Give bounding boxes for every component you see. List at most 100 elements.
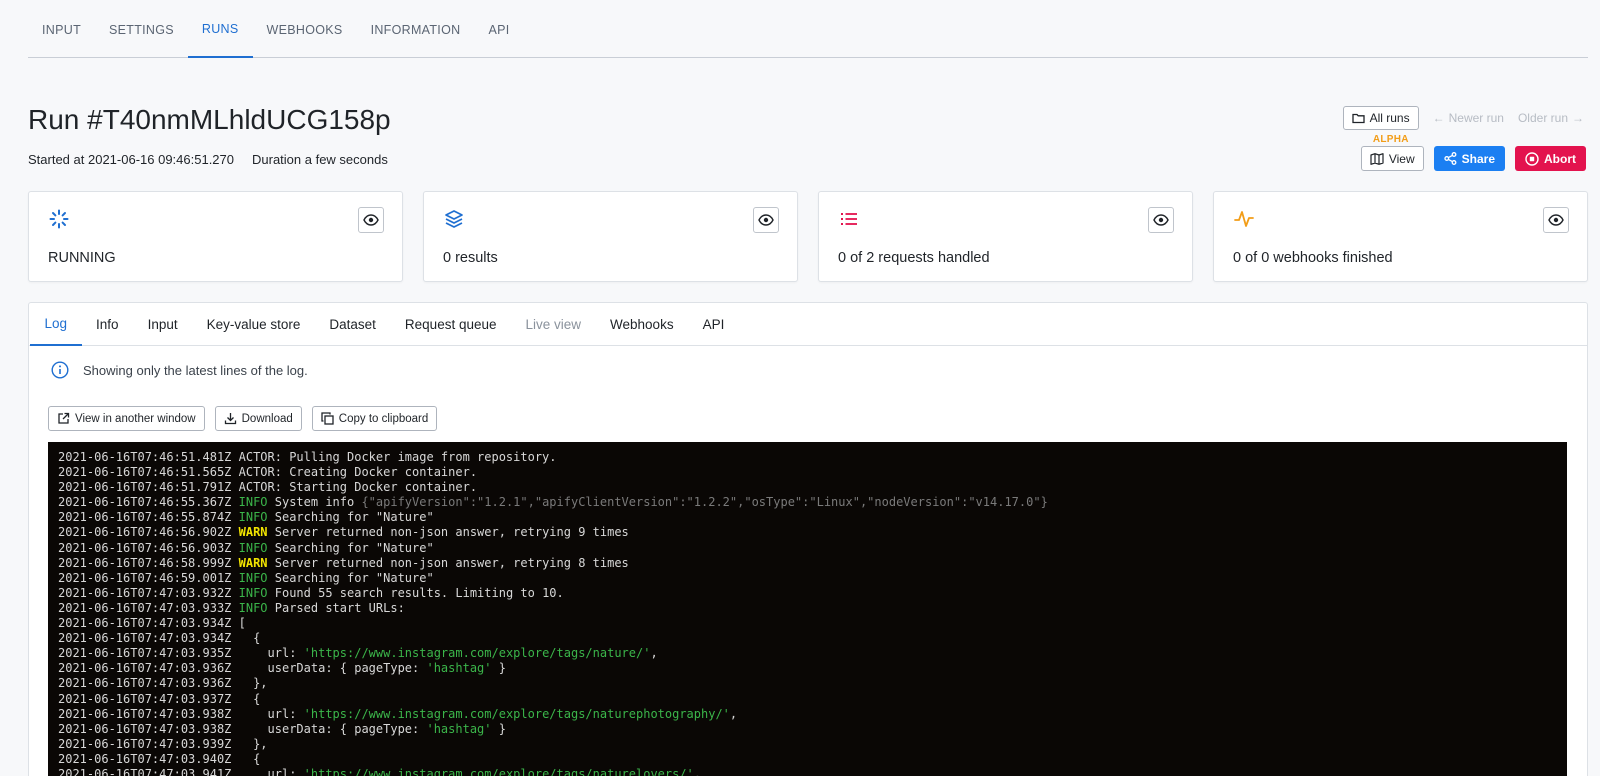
tab-webhooks[interactable]: Webhooks xyxy=(596,303,689,346)
tab-input[interactable]: Input xyxy=(133,303,192,346)
alpha-badge: ALPHA xyxy=(1372,134,1409,145)
log-line: 2021-06-16T07:47:03.940Z { xyxy=(58,752,1557,767)
log-timestamp: 2021-06-16T07:46:58.999Z xyxy=(58,555,232,570)
log-message: url: xyxy=(238,706,304,721)
duration: Duration a few seconds xyxy=(252,152,388,167)
log-timestamp: 2021-06-16T07:47:03.940Z xyxy=(58,751,232,766)
download-button[interactable]: Download xyxy=(214,406,302,431)
run-actions: ALPHA View Share Abort xyxy=(1360,134,1586,171)
log-line: 2021-06-16T07:46:56.903Z INFO Searching … xyxy=(58,541,1557,556)
share-button[interactable]: Share xyxy=(1433,146,1505,171)
log-tail: } xyxy=(491,661,506,676)
tab-key-value-store[interactable]: Key-value store xyxy=(192,303,315,346)
tab-api[interactable]: API xyxy=(688,303,739,346)
log-timestamp: 2021-06-16T07:46:51.565Z xyxy=(58,465,232,480)
tab-info[interactable]: Info xyxy=(82,303,134,346)
view-button[interactable]: View xyxy=(1360,146,1424,171)
log-message: }, xyxy=(238,676,268,691)
copy-to-clipboard-button[interactable]: Copy to clipboard xyxy=(311,406,438,431)
log-message: userData: { pageType: xyxy=(238,721,427,736)
log-message: Parsed start URLs: xyxy=(267,600,405,615)
tab-settings[interactable]: SETTINGS xyxy=(95,0,188,58)
log-toolbar: View in another window Download Copy to … xyxy=(48,406,438,431)
arrow-left-icon: ← xyxy=(1432,111,1445,125)
view-wrapper: ALPHA View xyxy=(1360,134,1424,171)
older-run-link[interactable]: Older run → xyxy=(1518,111,1584,125)
eye-icon xyxy=(1153,214,1169,226)
log-message: Server returned non-json answer, retryin… xyxy=(267,525,629,540)
view-in-window-label: View in another window xyxy=(75,412,196,425)
status-eye-button[interactable] xyxy=(358,207,384,233)
log-line: 2021-06-16T07:46:56.902Z WARN Server ret… xyxy=(58,525,1557,540)
log-level: INFO xyxy=(238,495,268,510)
log-timestamp: 2021-06-16T07:46:55.367Z xyxy=(58,495,232,510)
folder-icon xyxy=(1351,113,1365,124)
all-runs-button[interactable]: All runs xyxy=(1342,106,1419,130)
log-line: 2021-06-16T07:46:51.791Z ACTOR: Starting… xyxy=(58,480,1557,495)
log-timestamp: 2021-06-16T07:47:03.941Z xyxy=(58,766,232,776)
log-message: ACTOR: Creating Docker container. xyxy=(238,465,478,480)
log-message: [ xyxy=(238,616,246,631)
webhooks-eye-button[interactable] xyxy=(1543,207,1569,233)
log-line: 2021-06-16T07:47:03.934Z [ xyxy=(58,616,1557,631)
tab-request-queue[interactable]: Request queue xyxy=(390,303,511,346)
map-icon xyxy=(1370,152,1384,165)
tab-runs[interactable]: RUNS xyxy=(187,0,253,58)
log-info-message: Showing only the latest lines of the log… xyxy=(51,361,308,379)
log-timestamp: 2021-06-16T07:47:03.936Z xyxy=(58,661,232,676)
log-timestamp: 2021-06-16T07:47:03.938Z xyxy=(58,706,232,721)
tab-log[interactable]: Log xyxy=(30,303,82,346)
log-output[interactable]: 2021-06-16T07:46:51.481Z ACTOR: Pulling … xyxy=(48,442,1567,776)
log-timestamp: 2021-06-16T07:46:55.874Z xyxy=(58,510,232,525)
arrow-right-icon: → xyxy=(1572,111,1584,125)
log-message: userData: { pageType: xyxy=(238,661,427,676)
log-timestamp: 2021-06-16T07:47:03.935Z xyxy=(58,646,232,661)
all-runs-label: All runs xyxy=(1369,111,1410,125)
newer-run-link[interactable]: ← Newer run xyxy=(1433,111,1504,125)
log-message: ACTOR: Starting Docker container. xyxy=(238,480,478,495)
status-card: RUNNING xyxy=(28,191,403,282)
log-timestamp: 2021-06-16T07:47:03.936Z xyxy=(58,676,232,691)
download-icon xyxy=(224,413,236,425)
tab-input[interactable]: INPUT xyxy=(28,0,95,58)
tab-api[interactable]: API xyxy=(474,0,523,58)
log-message: { xyxy=(238,751,261,766)
view-in-window-button[interactable]: View in another window xyxy=(48,406,205,431)
download-label: Download xyxy=(241,412,293,425)
tab-dataset[interactable]: Dataset xyxy=(315,303,391,346)
log-string: 'https://www.instagram.com/explore/tags/… xyxy=(303,646,651,661)
abort-label: Abort xyxy=(1544,151,1576,166)
results-eye-button[interactable] xyxy=(753,207,779,233)
log-timestamp: 2021-06-16T07:46:56.902Z xyxy=(58,525,232,540)
log-timestamp: 2021-06-16T07:46:51.481Z xyxy=(58,450,232,464)
tab-webhooks[interactable]: WEBHOOKS xyxy=(253,0,357,58)
log-level: INFO xyxy=(238,585,268,600)
abort-button[interactable]: Abort xyxy=(1515,146,1586,171)
log-timestamp: 2021-06-16T07:47:03.938Z xyxy=(58,721,232,736)
info-icon xyxy=(51,361,69,379)
log-message: { xyxy=(238,631,261,646)
log-level: INFO xyxy=(238,540,268,555)
eye-icon xyxy=(1548,214,1564,226)
eye-icon xyxy=(363,214,379,226)
share-icon xyxy=(1443,152,1457,165)
log-string: 'hashtag' xyxy=(426,661,492,676)
info-text: Showing only the latest lines of the log… xyxy=(83,362,308,378)
top-tabs: INPUT SETTINGS RUNS WEBHOOKS INFORMATION… xyxy=(28,0,1588,58)
log-timestamp: 2021-06-16T07:47:03.937Z xyxy=(58,691,232,706)
log-level: INFO xyxy=(238,600,268,615)
page-title: Run #T40nmMLhldUCG158p xyxy=(28,104,391,135)
requests-text: 0 of 2 requests handled xyxy=(838,250,990,266)
tab-live-view[interactable]: Live view xyxy=(511,303,596,346)
log-tail: , xyxy=(693,766,702,776)
status-text: RUNNING xyxy=(48,250,116,266)
log-message: Searching for "Nature" xyxy=(267,570,434,585)
log-message: Searching for "Nature" xyxy=(267,510,434,525)
stat-cards: RUNNING 0 results 0 of 2 requests handle… xyxy=(28,191,1588,282)
log-message: }, xyxy=(238,736,268,751)
tab-information[interactable]: INFORMATION xyxy=(357,0,475,58)
requests-eye-button[interactable] xyxy=(1148,207,1174,233)
log-line: 2021-06-16T07:47:03.932Z INFO Found 55 s… xyxy=(58,586,1557,601)
spinner-icon xyxy=(49,209,69,229)
log-timestamp: 2021-06-16T07:47:03.933Z xyxy=(58,600,232,615)
